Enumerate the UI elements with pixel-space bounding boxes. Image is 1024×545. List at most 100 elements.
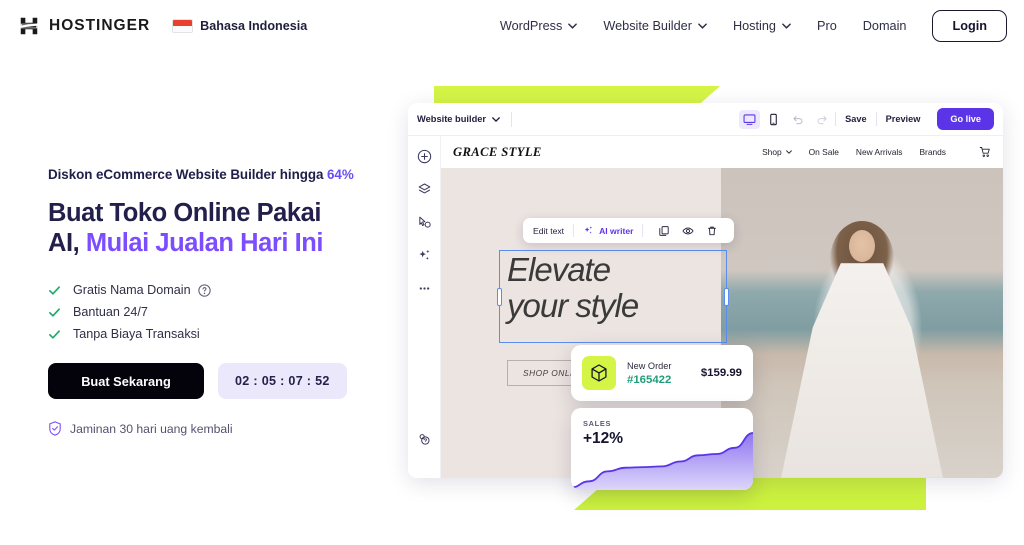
- order-card-text: New Order #165422: [627, 361, 671, 386]
- store-nav-label: Shop: [762, 147, 782, 157]
- sparkle-icon: [584, 226, 593, 234]
- package-box-icon: [582, 356, 616, 390]
- shield-check-icon: [49, 421, 61, 436]
- project-label: Website builder: [417, 114, 487, 124]
- promo-discount-percent: 64%: [327, 167, 354, 182]
- cta-row: Buat Sekarang 02 : 05 : 07 : 52: [48, 363, 388, 400]
- layers-icon[interactable]: [416, 181, 433, 198]
- canvas-hero-title[interactable]: Elevate your style: [507, 252, 747, 323]
- new-order-card: New Order #165422 $159.99: [571, 345, 753, 401]
- go-live-button[interactable]: Go live: [937, 108, 994, 130]
- sales-area-chart: [571, 432, 753, 490]
- hero-copy: Diskon eCommerce Website Builder hingga …: [48, 165, 388, 436]
- more-ellipsis-icon[interactable]: [416, 280, 433, 297]
- duplicate-icon[interactable]: [658, 225, 670, 237]
- ai-writer-label: AI writer: [599, 225, 634, 236]
- feature-list: Gratis Nama Domain Bantuan 24/7 Tanpa Bi…: [48, 283, 388, 341]
- order-card-title: New Order: [627, 360, 672, 371]
- login-button[interactable]: Login: [932, 10, 1007, 42]
- divider: [835, 112, 837, 126]
- feature-label: Tanpa Biaya Transaksi: [73, 327, 200, 342]
- list-item: Bantuan 24/7: [48, 305, 388, 319]
- promo-eyebrow-text: Diskon eCommerce Website Builder hingga: [48, 167, 328, 182]
- language-selector[interactable]: Bahasa Indonesia: [172, 19, 307, 33]
- check-icon: [49, 308, 60, 317]
- brand-name: HOSTINGER: [49, 17, 151, 34]
- sales-card: SALES +12%: [571, 408, 753, 490]
- chevron-down-icon: [782, 23, 791, 29]
- chevron-down-icon: [785, 150, 792, 154]
- promo-eyebrow: Diskon eCommerce Website Builder hingga …: [48, 165, 388, 184]
- landing-page: HOSTINGER Bahasa Indonesia WordPress Web…: [0, 0, 1024, 545]
- brand-logo[interactable]: HOSTINGER: [18, 15, 150, 37]
- builder-toolbar: Website builder Save Preview Go live: [408, 103, 1003, 136]
- eye-icon[interactable]: [682, 225, 695, 237]
- shopping-cart-icon[interactable]: [979, 146, 991, 158]
- countdown-timer: 02 : 05 : 07 : 52: [218, 363, 347, 400]
- hero-title-line-2: your style: [507, 286, 639, 324]
- nav-label: Website Builder: [603, 19, 692, 33]
- builder-toolbar-actions: Save Preview Go live: [739, 108, 994, 130]
- chevron-down-icon: [568, 23, 578, 29]
- money-back-guarantee: Jaminan 30 hari uang kembali: [48, 421, 388, 436]
- preview-button[interactable]: Preview: [886, 114, 921, 124]
- nav-item-hosting[interactable]: Hosting: [733, 19, 791, 33]
- store-nav-on-sale[interactable]: On Sale: [809, 147, 839, 157]
- desktop-icon[interactable]: [739, 109, 761, 129]
- headline-line-2-accent: Mulai Jualan Hari Ini: [85, 228, 324, 257]
- hostinger-logo-icon: [20, 17, 38, 35]
- edit-text-button[interactable]: Edit text: [533, 226, 564, 236]
- save-button[interactable]: Save: [845, 114, 866, 124]
- list-item: Gratis Nama Domain: [48, 283, 388, 297]
- store-nav-shop[interactable]: Shop: [762, 147, 792, 157]
- list-item: Tanpa Biaya Transaksi: [48, 327, 388, 341]
- settings-help-icon[interactable]: [416, 431, 433, 448]
- indonesia-flag-icon: [172, 19, 194, 33]
- help-circle-icon[interactable]: [197, 284, 211, 297]
- element-edit-toolbar: Edit text AI writer: [523, 218, 735, 243]
- store-logo: GRACE STYLE: [453, 144, 542, 159]
- builder-mockup: Website builder Save Preview Go live GRA…: [408, 78, 1008, 510]
- redo-icon[interactable]: [811, 110, 832, 129]
- page-title: Buat Toko Online Pakai AI, Mulai Jualan …: [48, 199, 388, 258]
- nav-item-domain[interactable]: Domain: [863, 19, 907, 33]
- headline-line-2-plain: AI,: [48, 228, 86, 257]
- store-nav-new-arrivals[interactable]: New Arrivals: [856, 147, 903, 157]
- nav-item-website-builder[interactable]: Website Builder: [603, 19, 707, 33]
- create-now-button[interactable]: Buat Sekarang: [48, 363, 204, 400]
- nav-item-pro[interactable]: Pro: [817, 19, 837, 33]
- builder-sidebar: [408, 136, 441, 478]
- project-selector[interactable]: Website builder: [417, 114, 500, 124]
- feature-label: Gratis Nama Domain: [73, 283, 191, 298]
- add-circle-icon[interactable]: [416, 148, 433, 165]
- site-header: HOSTINGER Bahasa Indonesia WordPress Web…: [0, 0, 1024, 52]
- check-icon: [49, 330, 60, 339]
- ai-writer-button[interactable]: AI writer: [583, 225, 633, 236]
- chevron-down-icon: [698, 23, 707, 29]
- chevron-down-icon: [492, 116, 500, 122]
- feature-label: Bantuan 24/7: [73, 305, 148, 320]
- guarantee-label: Jaminan 30 hari uang kembali: [70, 421, 233, 436]
- nav-label: WordPress: [499, 19, 563, 33]
- order-price: $159.99: [700, 367, 742, 379]
- photo-detail-dress: [781, 263, 943, 478]
- language-label: Bahasa Indonesia: [200, 19, 308, 33]
- ai-sparkle-icon[interactable]: [416, 247, 433, 264]
- store-header: GRACE STYLE Shop On Sale New Arrivals Br…: [441, 136, 1003, 168]
- pages-cursor-icon[interactable]: [416, 214, 433, 231]
- store-nav-brands[interactable]: Brands: [919, 147, 946, 157]
- divider: [875, 112, 877, 126]
- headline-line-1: Buat Toko Online Pakai: [48, 199, 322, 228]
- photo-detail-face: [849, 230, 875, 262]
- mobile-icon[interactable]: [763, 110, 784, 129]
- divider: [511, 111, 513, 127]
- main-navigation: WordPress Website Builder Hosting Pro Do…: [500, 10, 1007, 42]
- store-navigation: Shop On Sale New Arrivals Brands: [762, 146, 991, 158]
- undo-icon[interactable]: [787, 110, 808, 129]
- trash-icon[interactable]: [706, 225, 718, 237]
- resize-handle-left[interactable]: [497, 287, 502, 306]
- check-icon: [49, 286, 60, 295]
- nav-item-wordpress[interactable]: WordPress: [500, 19, 578, 33]
- divider: [573, 224, 575, 237]
- hero-photo: [721, 168, 1003, 478]
